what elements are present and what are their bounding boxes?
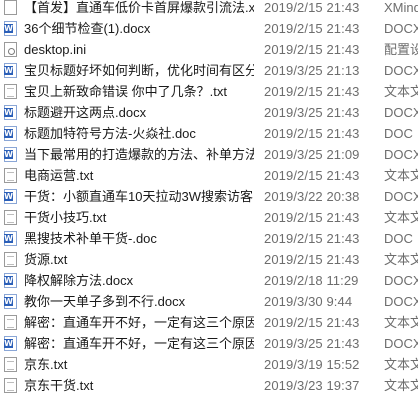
word-doc-icon [4,147,17,162]
file-type: 文本文 [384,378,418,393]
file-name: 干货：小额直通车10天拉动3W搜索访客 [24,189,253,204]
word-doc-icon [4,294,17,309]
file-date-modified: 2019/3/22 20:38 [264,189,360,204]
file-row[interactable]: 电商运营.txt 2019/2/15 21:43 文本文 [0,166,418,186]
file-name: 解密：直通车开不好，一定有这三个原因 [24,336,254,351]
file-type: DOCX [384,273,418,288]
file-row[interactable]: 降权解除方法.docx 2019/2/18 11:29 DOCX [0,271,418,291]
file-date-modified: 2019/3/25 21:43 [264,336,360,351]
file-row[interactable]: 解密：直通车开不好，一定有这三个原因 2019/2/15 21:43 文本文 [0,313,418,333]
file-row[interactable]: 当下最常用的打造爆款的方法、补单方法 2019/3/25 21:09 DOCX [0,145,418,165]
file-name: 干货小技巧.txt [24,210,107,225]
generic-file-icon [4,0,17,15]
file-date-modified: 2019/3/23 19:37 [264,378,360,393]
word-doc-icon [4,105,17,120]
file-name: 【首发】直通车低价卡首屏爆款引流法.x [24,0,254,15]
word-doc-icon [4,126,17,141]
word-doc-icon [4,189,17,204]
file-row[interactable]: 解密：直通车开不好，一定有这三个原因 2019/3/25 21:43 DOCX [0,334,418,354]
file-name: 标题加特符号方法-火焱社.doc [24,126,196,141]
file-type: 文本文 [384,315,418,330]
file-type: 文本文 [384,168,418,183]
text-file-icon [4,210,17,225]
file-type: DOC [384,126,413,141]
file-row[interactable]: 教你一天单子多到不行.docx 2019/3/30 9:44 DOCX [0,292,418,312]
file-type: DOC [384,231,413,246]
file-type: 文本文 [384,252,418,267]
file-date-modified: 2019/2/15 21:43 [264,84,360,99]
file-name: 黑搜技术补单干货-.doc [24,231,157,246]
text-file-icon [4,168,17,183]
file-type: DOCX [384,105,418,120]
file-type: DOCX [384,189,418,204]
file-type: DOCX [384,21,418,36]
file-type: 文本文 [384,357,418,372]
word-doc-icon [4,63,17,78]
file-name: 解密：直通车开不好，一定有这三个原因 [24,315,254,330]
word-doc-icon [4,336,17,351]
file-type: DOCX [384,147,418,162]
file-name: desktop.ini [24,42,87,57]
file-type: XMind [384,0,418,15]
file-date-modified: 2019/3/19 15:52 [264,357,360,372]
file-type: 配置设 [384,42,418,57]
file-row[interactable]: 货源.txt 2019/2/15 21:43 文本文 [0,250,418,270]
word-doc-icon [4,231,17,246]
file-name: 京东.txt [24,357,68,372]
file-name: 36个细节检查(1).docx [24,21,151,36]
file-date-modified: 2019/3/25 21:43 [264,105,360,120]
file-type: 文本文 [384,210,418,225]
file-row[interactable]: 【首发】直通车低价卡首屏爆款引流法.x 2019/2/15 21:43 XMind [0,0,418,18]
file-type: 文本文 [384,84,418,99]
file-name: 京东干货.txt [24,378,94,393]
file-name: 当下最常用的打造爆款的方法、补单方法 [24,147,254,162]
file-row[interactable]: 京东.txt 2019/3/19 15:52 文本文 [0,355,418,375]
file-date-modified: 2019/2/15 21:43 [264,42,360,57]
file-name: 宝贝标题好坏如何判断，优化时间有区分 [24,63,254,78]
file-date-modified: 2019/2/15 21:43 [264,126,360,141]
file-list: 【首发】直通车低价卡首屏爆款引流法.x 2019/2/15 21:43 XMind 3… [0,0,418,404]
file-row[interactable]: 标题避开这两点.docx 2019/3/25 21:43 DOCX [0,103,418,123]
file-name: 标题避开这两点.docx [24,105,147,120]
file-row[interactable]: 36个细节检查(1).docx 2019/2/15 21:43 DOCX [0,19,418,39]
file-date-modified: 2019/2/15 21:43 [264,0,360,15]
file-date-modified: 2019/2/15 21:43 [264,231,360,246]
file-type: DOCX [384,63,418,78]
file-date-modified: 2019/3/25 21:13 [264,63,360,78]
file-name: 宝贝上新致命错误 你中了几条？.txt [24,84,227,99]
file-row[interactable]: desktop.ini 2019/2/15 21:43 配置设 [0,40,418,60]
file-row[interactable]: 京东干货.txt 2019/3/23 19:37 文本文 [0,376,418,396]
file-name: 电商运营.txt [24,168,94,183]
file-date-modified: 2019/3/25 21:09 [264,147,360,162]
file-date-modified: 2019/2/15 21:43 [264,210,360,225]
file-row[interactable]: 黑搜技术补单干货-.doc 2019/2/15 21:43 DOC [0,229,418,249]
file-date-modified: 2019/3/30 9:44 [264,294,353,309]
file-name: 货源.txt [24,252,68,267]
file-row[interactable]: 宝贝标题好坏如何判断，优化时间有区分 2019/3/25 21:13 DOCX [0,61,418,81]
file-row[interactable]: 干货小技巧.txt 2019/2/15 21:43 文本文 [0,208,418,228]
text-file-icon [4,357,17,372]
file-type: DOCX [384,336,418,351]
file-date-modified: 2019/2/15 21:43 [264,252,360,267]
file-name: 降权解除方法.docx [24,273,134,288]
file-row[interactable]: 干货：小额直通车10天拉动3W搜索访客 2019/3/22 20:38 DOCX [0,187,418,207]
file-row[interactable]: 标题加特符号方法-火焱社.doc 2019/2/15 21:43 DOC [0,124,418,144]
file-date-modified: 2019/2/18 11:29 [264,273,359,288]
file-date-modified: 2019/2/15 21:43 [264,315,360,330]
word-doc-icon [4,21,17,36]
file-name: 教你一天单子多到不行.docx [24,294,186,309]
text-file-icon [4,315,17,330]
word-doc-icon [4,273,17,288]
text-file-icon [4,84,17,99]
file-date-modified: 2019/2/15 21:43 [264,21,360,36]
file-date-modified: 2019/2/15 21:43 [264,168,360,183]
file-row[interactable]: 宝贝上新致命错误 你中了几条？.txt 2019/2/15 21:43 文本文 [0,82,418,102]
text-file-icon [4,378,17,393]
file-type: DOCX [384,294,418,309]
text-file-icon [4,252,17,267]
settings-file-icon [4,42,17,57]
